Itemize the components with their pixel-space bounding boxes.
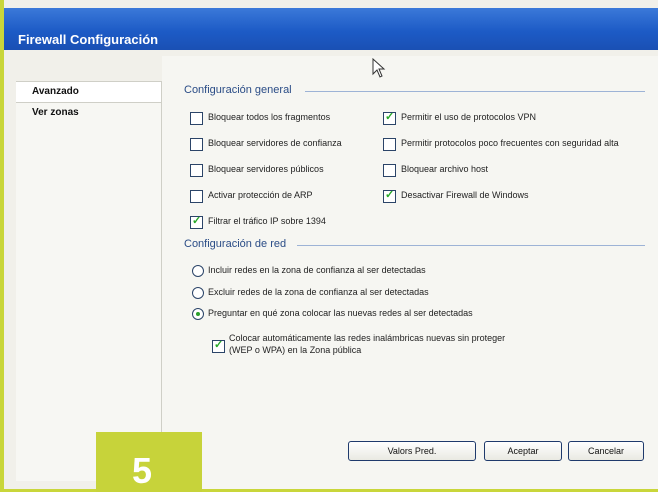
disable-windows-firewall-label: Desactivar Firewall de Windows xyxy=(401,190,529,200)
filter-ip-1394-checkbox[interactable] xyxy=(190,214,203,229)
arp-protection-label: Activar protección de ARP xyxy=(208,190,313,200)
exclude-networks-label: Excluir redes de la zona de confianza al… xyxy=(208,287,429,297)
group-divider xyxy=(297,245,645,246)
block-trusted-servers-label: Bloquear servidores de confianza xyxy=(208,138,342,148)
mouse-cursor-icon xyxy=(372,58,386,78)
block-fragments-checkbox[interactable] xyxy=(190,112,203,125)
allow-rare-protocols-checkbox[interactable] xyxy=(383,138,396,151)
allow-vpn-checkbox[interactable] xyxy=(383,110,396,125)
wireless-public-zone-checkbox[interactable] xyxy=(212,338,225,353)
sidebar-item-label: Avanzado xyxy=(32,86,79,97)
sidebar-item-avanzado[interactable]: Avanzado xyxy=(16,81,161,103)
block-hosts-file-label: Bloquear archivo host xyxy=(401,164,489,174)
general-config-heading: Configuración general xyxy=(184,84,292,96)
allow-vpn-label: Permitir el uso de protocolos VPN xyxy=(401,112,537,122)
ask-zone-radio[interactable] xyxy=(192,308,204,320)
step-number: 5 xyxy=(132,450,153,491)
sidebar-item-label: Ver zonas xyxy=(32,107,79,118)
default-values-button[interactable]: Valors Pred. xyxy=(348,441,476,461)
disable-windows-firewall-checkbox[interactable] xyxy=(383,188,396,203)
wireless-public-zone-label-line2: (WEP o WPA) en la Zona pública xyxy=(229,345,362,355)
block-public-servers-checkbox[interactable] xyxy=(190,164,203,177)
allow-rare-protocols-label: Permitir protocolos poco frecuentes con … xyxy=(401,138,619,148)
block-fragments-label: Bloquear todos los fragmentos xyxy=(208,112,331,122)
exclude-networks-radio[interactable] xyxy=(192,287,204,299)
sidebar-item-ver-zonas[interactable]: Ver zonas xyxy=(16,103,161,123)
include-networks-label: Incluir redes en la zona de confianza al… xyxy=(208,265,426,275)
include-networks-radio[interactable] xyxy=(192,265,204,277)
block-hosts-file-checkbox[interactable] xyxy=(383,164,396,177)
filter-ip-1394-label: Filtrar el tráfico IP sobre 1394 xyxy=(208,216,326,226)
block-trusted-servers-checkbox[interactable] xyxy=(190,138,203,151)
wireless-public-zone-label-line1: Colocar automáticamente las redes inalám… xyxy=(229,333,506,343)
window-title: Firewall Configuración xyxy=(18,32,159,47)
sidebar: Avanzado Ver zonas xyxy=(16,81,162,481)
arp-protection-checkbox[interactable] xyxy=(190,190,203,203)
block-public-servers-label: Bloquear servidores públicos xyxy=(208,164,324,174)
firewall-config-window: Firewall Configuración Avanzado Ver zona… xyxy=(4,0,658,489)
title-bar: Firewall Configuración xyxy=(4,8,658,50)
ask-zone-label: Preguntar en qué zona colocar las nuevas… xyxy=(208,308,473,318)
accept-button[interactable]: Aceptar xyxy=(484,441,562,461)
settings-panel: Configuración general Bloquear todos los… xyxy=(162,56,658,489)
step-badge: 5 xyxy=(96,432,202,492)
network-config-heading: Configuración de red xyxy=(184,238,287,250)
cancel-button[interactable]: Cancelar xyxy=(568,441,644,461)
group-divider xyxy=(305,91,645,92)
